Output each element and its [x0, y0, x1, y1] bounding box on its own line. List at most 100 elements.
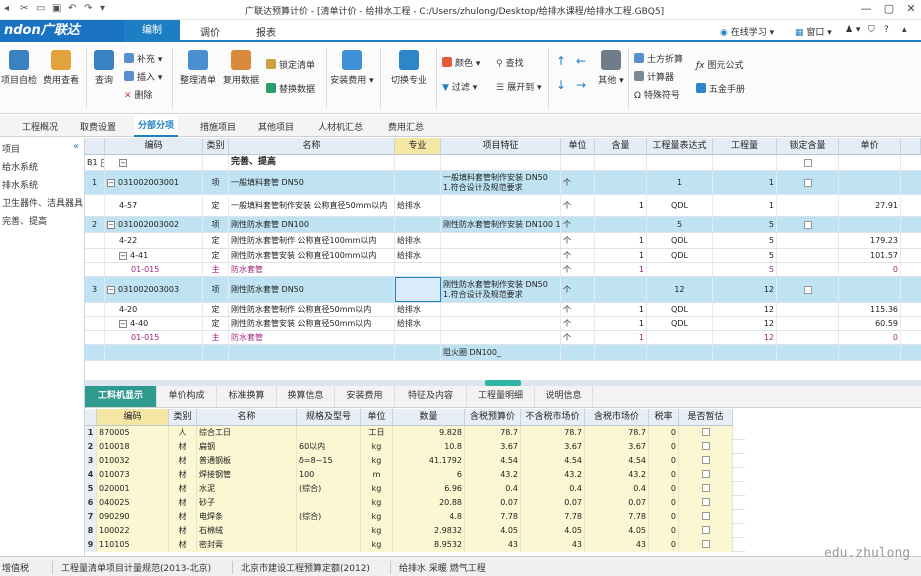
- cell-price[interactable]: 0: [839, 263, 901, 276]
- cell-model[interactable]: (综合): [297, 482, 361, 496]
- list-item-row[interactable]: 3−031002003003 项刚性防水套管 DN50 刚性防水套管制作安装 DN5…: [85, 277, 921, 303]
- cell-code[interactable]: 01-015: [105, 263, 203, 276]
- cell-idx[interactable]: [85, 233, 105, 248]
- project-check-button[interactable]: 项目自检: [0, 50, 38, 86]
- cell-est[interactable]: [679, 426, 733, 440]
- grid2-header-estimate[interactable]: 是否暂估: [679, 409, 733, 426]
- list-item-row[interactable]: 阻火圈 DN100_: [85, 345, 921, 361]
- cell-name[interactable]: 刚性防水套管制作 公称直径50mm以内: [229, 303, 395, 316]
- cell-code[interactable]: −4-41: [105, 249, 203, 262]
- tab-project-overview[interactable]: 工程概况: [22, 120, 58, 133]
- cell-lock[interactable]: [777, 195, 839, 216]
- cell-p2[interactable]: 43.2: [521, 468, 585, 482]
- cell-n[interactable]: 4: [85, 468, 97, 482]
- cell-code[interactable]: 4-20: [105, 303, 203, 316]
- tab-conversion-info[interactable]: 换算信息: [277, 386, 335, 407]
- estimate-checkbox[interactable]: [701, 512, 710, 520]
- cell-name[interactable]: 一般填料套管 DN50: [229, 171, 395, 194]
- other-button[interactable]: 其他 ▾: [598, 50, 624, 86]
- menu-tiaojia[interactable]: 调价: [200, 24, 220, 39]
- cell-tax[interactable]: 0: [649, 538, 679, 552]
- estimate-checkbox[interactable]: [701, 470, 710, 478]
- cell-n[interactable]: 8: [85, 524, 97, 538]
- cell-price[interactable]: [839, 277, 901, 302]
- cell-idx[interactable]: B1−: [85, 155, 105, 170]
- cell-code[interactable]: −031002003003: [105, 277, 203, 302]
- estimate-checkbox[interactable]: [701, 456, 710, 464]
- grid-header-unit[interactable]: 单位: [561, 138, 595, 155]
- cell-expr[interactable]: QDL: [647, 303, 713, 316]
- table-row[interactable]: −4-40 定 刚性防水套管安装 公称直径50mm以内 给排水 个 1 QDL 12 60.59: [85, 317, 921, 331]
- cell-unit[interactable]: kg: [361, 496, 393, 510]
- cell-name[interactable]: 焊接钢管: [197, 468, 297, 482]
- grid-header-expression[interactable]: 工程量表达式: [647, 138, 713, 155]
- tab-fee-settings[interactable]: 取费设置: [80, 120, 116, 133]
- cell-p2[interactable]: 7.78: [521, 510, 585, 524]
- cell-expr[interactable]: 5: [647, 217, 713, 232]
- cell-qty-ratio[interactable]: [595, 171, 647, 194]
- grid-header-type[interactable]: 类别: [203, 138, 229, 155]
- cell-est[interactable]: [679, 454, 733, 468]
- cell-n[interactable]: 3: [85, 454, 97, 468]
- tab-description[interactable]: 说明信息: [535, 386, 593, 407]
- cell-code[interactable]: 01-015: [105, 331, 203, 344]
- cell-unit[interactable]: kg: [361, 524, 393, 538]
- grid-header-feature[interactable]: 项目特征: [441, 138, 561, 155]
- cell-idx[interactable]: [85, 303, 105, 316]
- cell-code[interactable]: −031002003001: [105, 171, 203, 194]
- cell-unit[interactable]: kg: [361, 440, 393, 454]
- cell-feature[interactable]: [441, 195, 561, 216]
- cell-type[interactable]: 材: [169, 510, 197, 524]
- grid-header-name[interactable]: 名称: [229, 138, 395, 155]
- tab-measures[interactable]: 措施项目: [200, 120, 236, 133]
- cell-qty[interactable]: [713, 155, 777, 170]
- section-row[interactable]: B1− − 完善、提高: [85, 155, 921, 171]
- cell-spec[interactable]: [395, 263, 441, 276]
- cell-qty[interactable]: 5: [713, 249, 777, 262]
- help-icon[interactable]: ?: [884, 25, 889, 35]
- grid2-header-tax-market[interactable]: 含税市场价: [585, 409, 649, 426]
- cell-feature[interactable]: 阻火圈 DN100_: [441, 345, 561, 360]
- cell-name[interactable]: 刚性防水套管安装 公称直径50mm以内: [229, 317, 395, 330]
- cell-unit[interactable]: 个: [561, 331, 595, 344]
- cell-unit[interactable]: [561, 155, 595, 170]
- cell-unit[interactable]: kg: [361, 510, 393, 524]
- grid2-header-model[interactable]: 规格及型号: [297, 409, 361, 426]
- cell-feature[interactable]: [441, 249, 561, 262]
- cell-expr[interactable]: QDL: [647, 195, 713, 216]
- reuse-data-button[interactable]: 复用数据: [220, 50, 262, 86]
- cell-unit[interactable]: 个: [561, 217, 595, 232]
- grid-header-quantity[interactable]: 工程量: [713, 138, 777, 155]
- cell-price[interactable]: 0: [839, 331, 901, 344]
- close-icon[interactable]: ✕: [900, 2, 921, 18]
- cell-type[interactable]: [203, 345, 229, 360]
- cell-price[interactable]: [839, 345, 901, 360]
- replace-data-button[interactable]: 替换数据: [266, 82, 315, 95]
- cell-p2[interactable]: 3.67: [521, 440, 585, 454]
- cell-lock[interactable]: [777, 171, 839, 194]
- cell-p3[interactable]: 4.54: [585, 454, 649, 468]
- cell-model[interactable]: (综合): [297, 510, 361, 524]
- user-icon[interactable]: ♟ ▾: [845, 25, 860, 35]
- estimate-checkbox[interactable]: [701, 484, 710, 492]
- grid2-header-type[interactable]: 类别: [169, 409, 197, 426]
- cell-feature[interactable]: [441, 155, 561, 170]
- cell-spec[interactable]: [395, 171, 441, 194]
- lock-checkbox[interactable]: [803, 220, 812, 229]
- tab-install-fee[interactable]: 安装费用: [335, 386, 395, 407]
- table-row[interactable]: 4-20 定 刚性防水套管制作 公称直径50mm以内 给排水 个 1 QDL 12 115.36: [85, 303, 921, 317]
- cell-feature[interactable]: [441, 233, 561, 248]
- cell-unit[interactable]: 个: [561, 249, 595, 262]
- table-row[interactable]: 8 100022 材 石棉绒 kg 2.9832 4.05 4.05 4.05 0: [85, 524, 745, 538]
- cell-expr[interactable]: QDL: [647, 317, 713, 330]
- cell-code[interactable]: 020001: [97, 482, 169, 496]
- hardware-manual-button[interactable]: 五金手册: [696, 82, 745, 95]
- cell-idx[interactable]: 1: [85, 171, 105, 194]
- cell-unit[interactable]: kg: [361, 538, 393, 552]
- tab-labor-material[interactable]: 人材机汇总: [318, 120, 363, 133]
- find-button[interactable]: ⚲ 查找: [496, 56, 524, 69]
- cell-code[interactable]: 010073: [97, 468, 169, 482]
- cell-expr[interactable]: [647, 263, 713, 276]
- cell-n[interactable]: 7: [85, 510, 97, 524]
- cell-p3[interactable]: 3.67: [585, 440, 649, 454]
